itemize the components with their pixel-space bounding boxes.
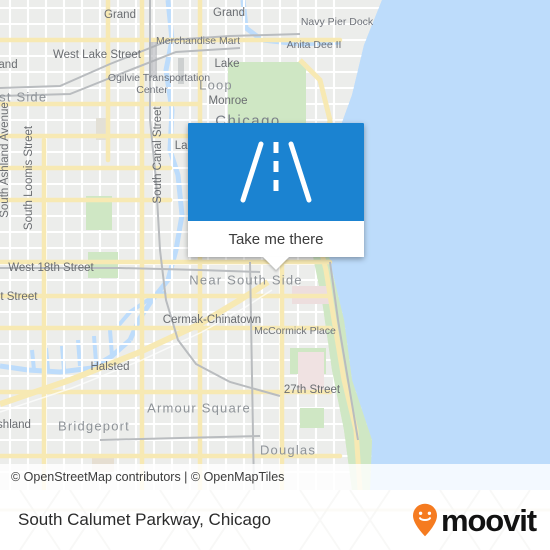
take-me-there-label: Take me there [228, 230, 324, 248]
take-me-there-button[interactable]: Take me there [188, 221, 364, 257]
app-root: Grand Grand Navy Pier Dock Merchandise Mart… [0, 0, 550, 550]
footer-bar: South Calumet Parkway, Chicago moovit [0, 490, 550, 550]
road-icon [240, 141, 312, 203]
attribution-text: © OpenStreetMap contributors | © OpenMap… [11, 470, 285, 484]
card-icon-header [188, 123, 364, 221]
map-attribution: © OpenStreetMap contributors | © OpenMap… [0, 464, 550, 490]
moovit-wordmark: moovit [440, 502, 537, 538]
page-title: South Calumet Parkway, Chicago [18, 510, 271, 529]
take-me-there-card[interactable]: Take me there [188, 123, 364, 270]
card-pointer [263, 257, 289, 270]
moovit-pin-smiley-icon [412, 503, 437, 537]
moovit-logo[interactable]: moovit [412, 502, 537, 538]
